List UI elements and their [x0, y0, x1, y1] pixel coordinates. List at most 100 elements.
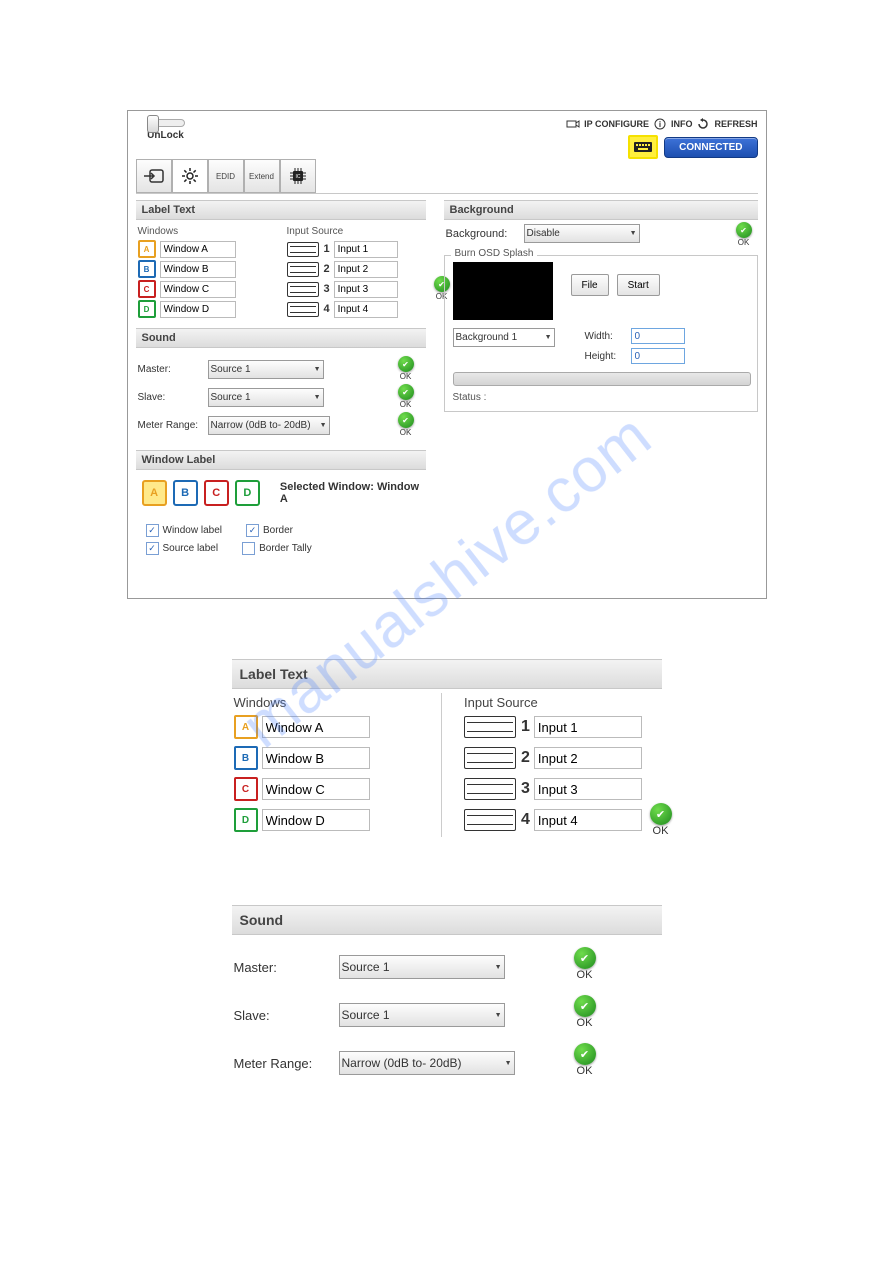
- input-1-field[interactable]: [334, 241, 398, 258]
- input-3-icon: [287, 282, 319, 297]
- label-text-panel: Windows A B C D Input Source 1 2 3 4: [136, 220, 426, 328]
- slave-select[interactable]: Source 1: [208, 388, 324, 407]
- label-text-header-crop: Label Text: [232, 659, 662, 689]
- progress-bar: [453, 372, 751, 386]
- refresh-link[interactable]: REFRESH: [714, 119, 757, 129]
- connected-button[interactable]: CONNECTED: [664, 137, 757, 158]
- tab-ic-icon[interactable]: IC: [280, 159, 316, 193]
- width-input[interactable]: [631, 328, 685, 344]
- sound-header: Sound: [136, 328, 426, 348]
- tab-settings-icon[interactable]: [172, 159, 208, 193]
- window-label-checkbox[interactable]: ✓Window label: [146, 524, 222, 537]
- slave-ok-button[interactable]: ✔OK: [398, 384, 414, 409]
- window-a-input-crop[interactable]: [262, 716, 370, 738]
- refresh-icon: [696, 117, 710, 131]
- windows-subhead-crop: Windows: [234, 695, 430, 710]
- tab-input-icon[interactable]: [136, 159, 172, 193]
- master-select-crop[interactable]: Source 1: [339, 955, 505, 979]
- slave-ok-button-crop[interactable]: ✔OK: [574, 995, 596, 1029]
- tab-extend[interactable]: Extend: [244, 159, 280, 193]
- input-4-num-crop: 4: [521, 811, 530, 829]
- file-button[interactable]: File: [571, 274, 609, 296]
- select-window-c-button[interactable]: C: [204, 480, 229, 506]
- meter-ok-button-crop[interactable]: ✔OK: [574, 1043, 596, 1077]
- toolbar: EDID Extend IC: [136, 159, 758, 194]
- input-2-icon-crop: [464, 747, 516, 769]
- select-window-d-button[interactable]: D: [235, 480, 260, 506]
- input-4-field[interactable]: [334, 301, 398, 318]
- input-4-icon-crop: [464, 809, 516, 831]
- background-select[interactable]: Disable: [524, 224, 640, 243]
- input-4-icon: [287, 302, 319, 317]
- input-4-field-crop[interactable]: [534, 809, 642, 831]
- osd-preview: [453, 262, 553, 320]
- meter-select-crop[interactable]: Narrow (0dB to- 20dB): [339, 1051, 515, 1075]
- input-1-num: 1: [324, 243, 330, 255]
- input-1-icon: [287, 242, 319, 257]
- input-3-field-crop[interactable]: [534, 778, 642, 800]
- input-3-num: 3: [324, 283, 330, 295]
- input-2-num: 2: [324, 263, 330, 275]
- input-3-num-crop: 3: [521, 780, 530, 798]
- window-a-icon: A: [138, 240, 156, 258]
- master-ok-button[interactable]: ✔OK: [398, 356, 414, 381]
- select-window-a-button[interactable]: A: [142, 480, 167, 506]
- label-text-crop: Label Text Windows A B C D Input Source …: [232, 659, 662, 845]
- burn-osd-title: Burn OSD Splash: [451, 248, 538, 259]
- svg-text:i: i: [659, 120, 661, 129]
- background-label: Background:: [446, 228, 516, 240]
- window-c-input[interactable]: [160, 281, 236, 298]
- input-2-field-crop[interactable]: [534, 747, 642, 769]
- master-label: Master:: [138, 364, 208, 375]
- ip-configure-link[interactable]: IP CONFIGURE: [584, 119, 649, 129]
- input-1-field-crop[interactable]: [534, 716, 642, 738]
- meter-select[interactable]: Narrow (0dB to- 20dB): [208, 416, 330, 435]
- input-1-num-crop: 1: [521, 718, 530, 736]
- window-d-input-crop[interactable]: [262, 809, 370, 831]
- window-b-input[interactable]: [160, 261, 236, 278]
- window-b-icon: B: [138, 260, 156, 278]
- slave-label-crop: Slave:: [234, 1008, 339, 1023]
- info-icon: i: [653, 117, 667, 131]
- svg-text:IC: IC: [295, 174, 300, 180]
- lock-slider-area: UnLock: [136, 117, 196, 141]
- window-c-input-crop[interactable]: [262, 778, 370, 800]
- start-button[interactable]: Start: [617, 274, 660, 296]
- window-a-input[interactable]: [160, 241, 236, 258]
- topbar: UnLock IP CONFIGURE i INFO REFRESH: [136, 117, 758, 155]
- window-b-input-crop[interactable]: [262, 747, 370, 769]
- master-label-crop: Master:: [234, 960, 339, 975]
- status-label: Status :: [453, 392, 749, 403]
- input-3-field[interactable]: [334, 281, 398, 298]
- window-label-header: Window Label: [136, 450, 426, 470]
- osd-bg-select[interactable]: Background 1: [453, 328, 555, 347]
- lock-slider[interactable]: [147, 119, 185, 127]
- label-text-ok-button-crop[interactable]: ✔OK: [650, 803, 672, 837]
- label-text-header: Label Text: [136, 200, 426, 220]
- border-tally-checkbox[interactable]: Border Tally: [242, 542, 312, 555]
- input-3-icon-crop: [464, 778, 516, 800]
- master-ok-button-crop[interactable]: ✔OK: [574, 947, 596, 981]
- height-input[interactable]: [631, 348, 685, 364]
- slave-select-crop[interactable]: Source 1: [339, 1003, 505, 1027]
- input-2-icon: [287, 262, 319, 277]
- meter-ok-button[interactable]: ✔OK: [398, 412, 414, 437]
- border-checkbox[interactable]: ✓Border: [246, 524, 293, 537]
- input-2-field[interactable]: [334, 261, 398, 278]
- tab-edid[interactable]: EDID: [208, 159, 244, 193]
- source-label-checkbox[interactable]: ✓Source label: [146, 542, 219, 555]
- app-window: UnLock IP CONFIGURE i INFO REFRESH: [127, 110, 767, 599]
- input-1-icon-crop: [464, 716, 516, 738]
- master-select[interactable]: Source 1: [208, 360, 324, 379]
- select-window-b-button[interactable]: B: [173, 480, 198, 506]
- sound-header-crop: Sound: [232, 905, 662, 935]
- ip-configure-icon: [566, 117, 580, 131]
- sound-panel: Master: Source 1 ✔OK Slave: Source 1 ✔OK…: [136, 348, 426, 450]
- window-c-icon-crop: C: [234, 777, 258, 801]
- window-d-input[interactable]: [160, 301, 236, 318]
- keyboard-icon[interactable]: [628, 135, 658, 159]
- background-ok-button[interactable]: ✔OK: [736, 222, 752, 247]
- window-c-icon: C: [138, 280, 156, 298]
- info-link[interactable]: INFO: [671, 119, 693, 129]
- selected-window-text: Selected Window: Window A: [280, 481, 424, 505]
